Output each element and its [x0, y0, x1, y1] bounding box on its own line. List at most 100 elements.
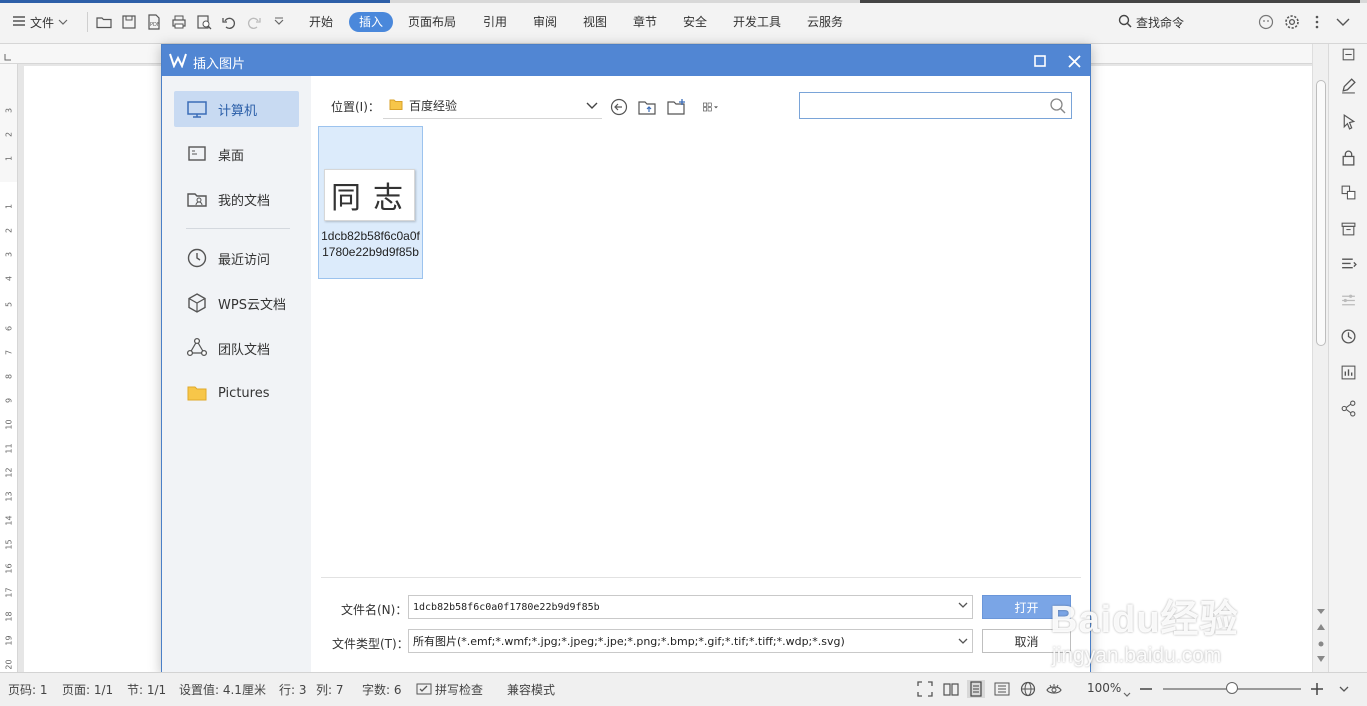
nav-item-pictures[interactable]: Pictures — [174, 375, 299, 411]
ruler-number: 2 — [4, 131, 14, 138]
more-vertical-icon[interactable] — [1307, 12, 1327, 32]
chevron-down-icon[interactable] — [958, 601, 968, 612]
pen-icon[interactable] — [1338, 75, 1358, 95]
undo-icon[interactable] — [219, 12, 239, 32]
ruler-number: 4 — [4, 275, 14, 282]
dialog-title-bar[interactable]: 插入图片 — [162, 45, 1090, 76]
nav-item-my-documents[interactable]: 我的文档 — [174, 181, 299, 217]
save-icon[interactable] — [119, 12, 139, 32]
next-page-icon[interactable] — [1317, 652, 1325, 666]
tab-start[interactable]: 开始 — [303, 12, 339, 32]
back-icon[interactable] — [608, 97, 630, 117]
open-folder-icon[interactable] — [94, 12, 114, 32]
archive-box-icon[interactable] — [1338, 218, 1358, 238]
tab-references[interactable]: 引用 — [477, 12, 513, 32]
image-thumbnail: 同志 — [324, 169, 415, 221]
tab-security[interactable]: 安全 — [677, 12, 713, 32]
translate-icon[interactable] — [1338, 182, 1358, 202]
fullscreen-icon[interactable] — [916, 680, 934, 698]
close-icon[interactable] — [1064, 51, 1084, 71]
status-page-number[interactable]: 页码: 1 — [8, 681, 48, 698]
up-folder-icon[interactable] — [636, 97, 658, 117]
cursor-select-icon[interactable] — [1338, 111, 1358, 131]
tab-view[interactable]: 视图 — [577, 12, 613, 32]
status-pages[interactable]: 页面: 1/1 — [62, 681, 113, 698]
status-setting-value[interactable]: 设置值: 4.1厘米 — [179, 681, 266, 698]
open-button[interactable]: 打开 — [982, 595, 1071, 619]
ruler-number: 12 — [4, 467, 14, 478]
document-stats-icon[interactable] — [1338, 362, 1358, 382]
filename-input[interactable]: 1dcb82b58f6c0a0f1780e22b9d9f85b — [408, 595, 973, 619]
nav-item-recent[interactable]: 最近访问 — [174, 240, 299, 276]
file-menu-button[interactable]: 文件 — [12, 12, 68, 32]
outline-icon[interactable] — [1338, 254, 1358, 274]
location-dropdown[interactable]: 百度经验 — [383, 92, 602, 119]
page-view-icon[interactable] — [967, 680, 985, 698]
web-view-globe-icon[interactable] — [1019, 680, 1037, 698]
chevron-down-icon[interactable] — [958, 635, 968, 648]
file-menu-label: 文件 — [30, 15, 55, 30]
share-icon[interactable] — [1338, 398, 1358, 418]
sidebar-options-icon[interactable] — [1338, 44, 1358, 64]
wps-logo-icon — [169, 52, 187, 69]
redo-icon[interactable] — [244, 12, 264, 32]
maximize-icon[interactable] — [1030, 51, 1050, 71]
view-mode-icon[interactable] — [697, 97, 727, 117]
nav-item-wps-cloud[interactable]: WPS云文档 — [174, 285, 299, 321]
scrollbar-thumb[interactable] — [1316, 80, 1326, 346]
print-preview-icon[interactable] — [194, 12, 214, 32]
zoom-level[interactable]: 100% — [1087, 681, 1121, 695]
select-browse-object-icon[interactable] — [1318, 636, 1324, 650]
file-item[interactable]: 同志 1dcb82b58f6c0a0f1780e22b9d9f85b — [318, 126, 423, 279]
reading-mode-icon[interactable] — [942, 680, 960, 698]
tab-page-layout[interactable]: 页面布局 — [402, 12, 462, 32]
zoom-out-icon[interactable] — [1139, 681, 1153, 700]
chevron-down-icon[interactable] — [1337, 681, 1351, 700]
status-word-count[interactable]: 字数: 6 — [362, 681, 402, 698]
clock-icon — [187, 248, 207, 268]
history-icon[interactable] — [1338, 326, 1358, 346]
ruler-number: 5 — [4, 301, 14, 308]
search-command[interactable]: 查找命令 — [1118, 12, 1184, 32]
eye-protection-icon[interactable] — [1045, 680, 1063, 698]
customize-toolbar-icon[interactable] — [269, 12, 289, 32]
location-label: 位置(I)： — [331, 100, 380, 114]
filetype-select[interactable]: 所有图片(*.emf;*.wmf;*.jpg;*.jpeg;*.jpe;*.pn… — [408, 629, 973, 653]
nav-item-team-docs[interactable]: 团队文档 — [174, 330, 299, 366]
ruler-number: 16 — [4, 563, 14, 574]
zoom-slider-handle[interactable] — [1226, 682, 1238, 694]
export-pdf-icon[interactable]: PDF — [144, 12, 164, 32]
feedback-icon[interactable] — [1256, 12, 1276, 32]
nav-item-desktop[interactable]: 桌面 — [174, 136, 299, 172]
adjust-icon[interactable] — [1338, 290, 1358, 310]
prev-page-icon[interactable] — [1317, 620, 1325, 634]
new-folder-icon[interactable] — [665, 97, 687, 117]
tab-insert[interactable]: 插入 — [349, 12, 394, 32]
tab-developer-tools[interactable]: 开发工具 — [727, 12, 787, 32]
nav-item-computer[interactable]: 计算机 — [174, 91, 299, 127]
search-command-label: 查找命令 — [1136, 15, 1185, 30]
gear-icon[interactable] — [1282, 12, 1302, 32]
cancel-button[interactable]: 取消 — [982, 629, 1071, 653]
dialog-search-box[interactable] — [799, 92, 1072, 119]
outline-view-icon[interactable] — [993, 680, 1011, 698]
vertical-ruler: 3 2 1 1 2 3 4 5 6 7 8 9 10 11 12 13 14 15 16 17 18 19 20 — [0, 64, 18, 672]
dialog-search-input[interactable] — [800, 93, 1040, 118]
vertical-scrollbar[interactable] — [1312, 44, 1328, 672]
location-value: 百度经验 — [409, 98, 458, 113]
chevron-down-icon[interactable] — [1123, 687, 1131, 701]
tab-review[interactable]: 审阅 — [527, 12, 563, 32]
tab-chapter[interactable]: 章节 — [627, 12, 663, 32]
collapse-ribbon-chevron-icon[interactable] — [1333, 12, 1353, 32]
print-icon[interactable] — [169, 12, 189, 32]
spell-check-icon[interactable] — [415, 680, 433, 698]
zoom-in-icon[interactable] — [1310, 681, 1324, 700]
scroll-down-arrow-icon[interactable] — [1317, 604, 1325, 618]
ruler-number: 3 — [4, 251, 14, 258]
nav-item-label: 计算机 — [218, 103, 258, 119]
spell-check-label[interactable]: 拼写检查 — [435, 681, 483, 698]
ruler-corner-icon — [4, 50, 12, 64]
status-section[interactable]: 节: 1/1 — [127, 681, 166, 698]
lock-icon[interactable] — [1338, 147, 1358, 167]
tab-cloud-service[interactable]: 云服务 — [801, 12, 849, 32]
